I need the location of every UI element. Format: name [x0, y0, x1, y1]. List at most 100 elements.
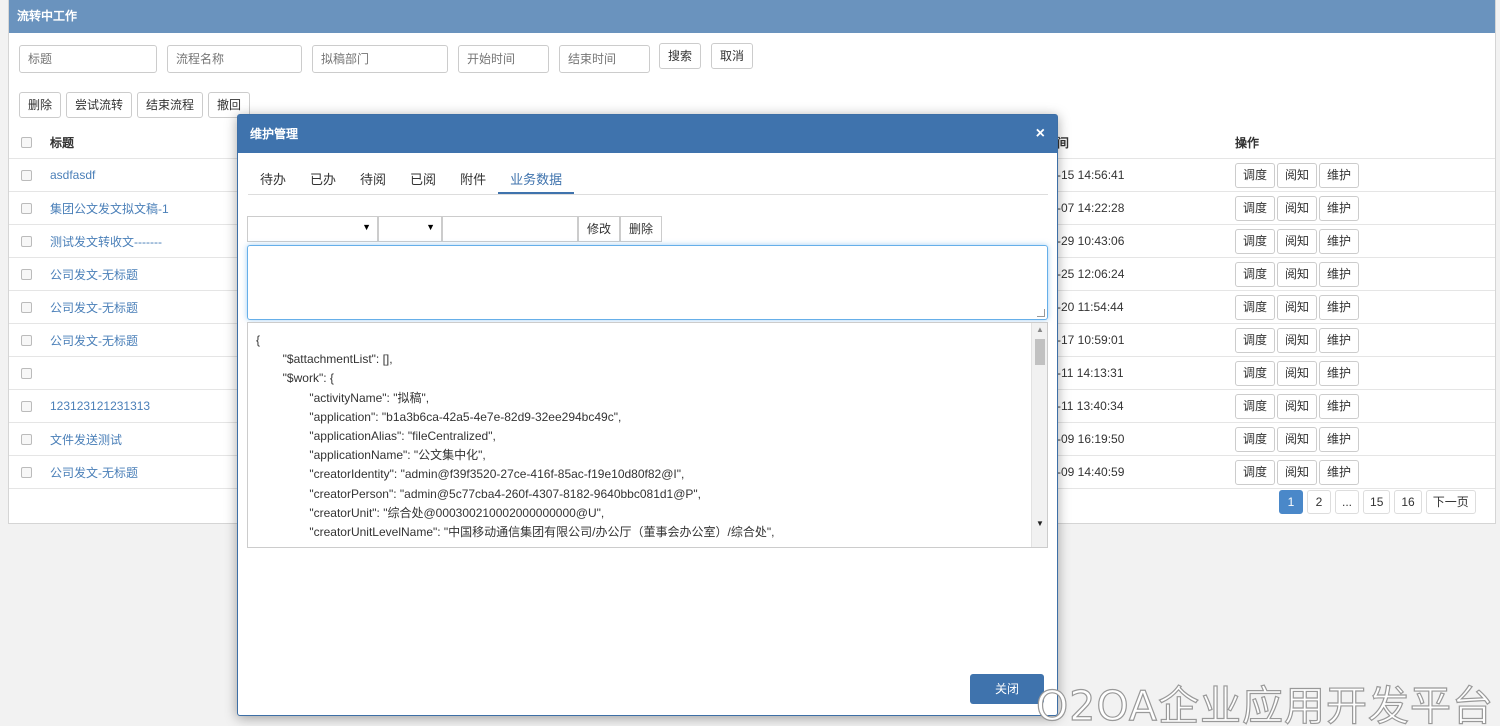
tab-toread[interactable]: 待阅: [348, 167, 398, 194]
next-page[interactable]: 下一页: [1425, 490, 1476, 514]
title-search-input[interactable]: [19, 45, 157, 73]
dispatch-button[interactable]: 调度: [1235, 459, 1276, 485]
json-scrollbar[interactable]: ▲ ▼: [1031, 323, 1047, 547]
dispatch-button[interactable]: 调度: [1235, 294, 1276, 320]
row-title-link[interactable]: 公司发文-无标题: [50, 266, 240, 283]
read-notify-button[interactable]: 阅知: [1277, 162, 1318, 188]
maintain-button[interactable]: 维护: [1319, 195, 1360, 221]
page-1[interactable]: 1: [1279, 490, 1303, 514]
maintain-button[interactable]: 维护: [1319, 426, 1360, 452]
row-checkbox[interactable]: [21, 169, 32, 181]
read-notify-button[interactable]: 阅知: [1277, 360, 1318, 386]
row-ops: 调度 阅知 维护: [1235, 162, 1360, 188]
panel-title: 流转中工作: [9, 0, 1495, 33]
modal-tabs: 待办 已办 待阅 已阅 附件 业务数据: [248, 167, 1048, 195]
close-icon[interactable]: ×: [1036, 115, 1045, 153]
read-notify-button[interactable]: 阅知: [1277, 195, 1318, 221]
row-ops: 调度 阅知 维护: [1235, 228, 1360, 254]
close-button[interactable]: 关闭: [970, 674, 1044, 704]
modify-button[interactable]: 修改: [578, 216, 621, 242]
row-title-link[interactable]: asdfasdf: [50, 168, 240, 182]
read-notify-button[interactable]: 阅知: [1277, 459, 1318, 485]
tab-done[interactable]: 已办: [298, 167, 348, 194]
row-ops: 调度 阅知 维护: [1235, 195, 1360, 221]
row-checkbox[interactable]: [21, 301, 32, 313]
row-time: -29 10:43:06: [1057, 234, 1125, 248]
scroll-down-icon[interactable]: ▼: [1036, 519, 1044, 528]
read-notify-button[interactable]: 阅知: [1277, 327, 1318, 353]
search-buttons: 搜索 取消: [659, 43, 754, 69]
row-checkbox[interactable]: [21, 433, 32, 445]
page-2[interactable]: 2: [1307, 490, 1331, 514]
dispatch-button[interactable]: 调度: [1235, 327, 1276, 353]
tab-attachment[interactable]: 附件: [448, 167, 498, 194]
read-notify-button[interactable]: 阅知: [1277, 426, 1318, 452]
scroll-up-icon[interactable]: ▲: [1036, 325, 1044, 334]
maintain-button[interactable]: 维护: [1319, 327, 1360, 353]
row-ops: 调度 阅知 维护: [1235, 261, 1360, 287]
page-16[interactable]: 16: [1394, 490, 1422, 514]
dispatch-button[interactable]: 调度: [1235, 261, 1276, 287]
try-flow-button[interactable]: 尝试流转: [66, 92, 133, 118]
tab-todo[interactable]: 待办: [248, 167, 298, 194]
row-checkbox[interactable]: [21, 367, 32, 379]
row-checkbox[interactable]: [21, 334, 32, 346]
row-checkbox[interactable]: [21, 235, 32, 247]
row-title-link[interactable]: 测试发文转收文-------: [50, 233, 240, 250]
maintain-button[interactable]: 维护: [1319, 162, 1360, 188]
start-time-input[interactable]: [458, 45, 549, 73]
row-checkbox[interactable]: [21, 268, 32, 280]
delete-button[interactable]: 删除: [19, 92, 62, 118]
resize-handle-icon[interactable]: [1037, 309, 1045, 317]
end-flow-button[interactable]: 结束流程: [137, 92, 204, 118]
dispatch-button[interactable]: 调度: [1235, 426, 1276, 452]
row-time: -11 14:13:31: [1057, 366, 1124, 380]
key-input[interactable]: [442, 216, 578, 242]
action-toolbar: 删除 尝试流转 结束流程 撤回: [19, 92, 251, 118]
read-notify-button[interactable]: 阅知: [1277, 261, 1318, 287]
maintain-button[interactable]: 维护: [1319, 393, 1360, 419]
read-notify-button[interactable]: 阅知: [1277, 294, 1318, 320]
dispatch-button[interactable]: 调度: [1235, 195, 1276, 221]
read-notify-button[interactable]: 阅知: [1277, 228, 1318, 254]
row-ops: 调度 阅知 维护: [1235, 294, 1360, 320]
value-textarea[interactable]: [247, 245, 1048, 320]
row-checkbox[interactable]: [21, 202, 32, 214]
dispatch-button[interactable]: 调度: [1235, 360, 1276, 386]
tab-read[interactable]: 已阅: [398, 167, 448, 194]
read-notify-button[interactable]: 阅知: [1277, 393, 1318, 419]
field-select[interactable]: ▼: [247, 216, 378, 242]
maintain-button[interactable]: 维护: [1319, 360, 1360, 386]
row-title-link[interactable]: 公司发文-无标题: [50, 299, 240, 316]
select-all-checkbox[interactable]: [21, 136, 32, 148]
process-search-input[interactable]: [167, 45, 302, 73]
row-title-link[interactable]: 123123121231313: [50, 399, 240, 413]
page-ellipsis: ...: [1335, 490, 1360, 514]
dispatch-button[interactable]: 调度: [1235, 228, 1276, 254]
cancel-search-button[interactable]: 取消: [711, 43, 754, 69]
search-button[interactable]: 搜索: [659, 43, 702, 69]
dispatch-button[interactable]: 调度: [1235, 162, 1276, 188]
maintain-button[interactable]: 维护: [1319, 459, 1360, 485]
row-title-link[interactable]: 公司发文-无标题: [50, 464, 240, 481]
maintain-button[interactable]: 维护: [1319, 261, 1360, 287]
maintain-button[interactable]: 维护: [1319, 228, 1360, 254]
search-row: [19, 45, 650, 73]
page-15[interactable]: 15: [1363, 490, 1391, 514]
maintain-button[interactable]: 维护: [1319, 294, 1360, 320]
delete-data-button[interactable]: 删除: [620, 216, 663, 242]
row-checkbox[interactable]: [21, 400, 32, 412]
row-checkbox[interactable]: [21, 466, 32, 478]
end-time-input[interactable]: [559, 45, 650, 73]
type-select[interactable]: ▼: [378, 216, 442, 242]
dispatch-button[interactable]: 调度: [1235, 393, 1276, 419]
json-viewer[interactable]: { "$attachmentList": [], "$work": { "act…: [247, 322, 1048, 548]
dept-search-input[interactable]: [312, 45, 448, 73]
row-ops: 调度 阅知 维护: [1235, 360, 1360, 386]
header-title: 标题: [50, 135, 75, 150]
row-title-link[interactable]: 公司发文-无标题: [50, 332, 240, 349]
row-title-link[interactable]: 文件发送测试: [50, 431, 240, 448]
row-title-link[interactable]: 集团公文发文拟文稿-1: [50, 200, 240, 217]
tab-business-data[interactable]: 业务数据: [498, 167, 575, 194]
scroll-thumb[interactable]: [1035, 339, 1045, 365]
